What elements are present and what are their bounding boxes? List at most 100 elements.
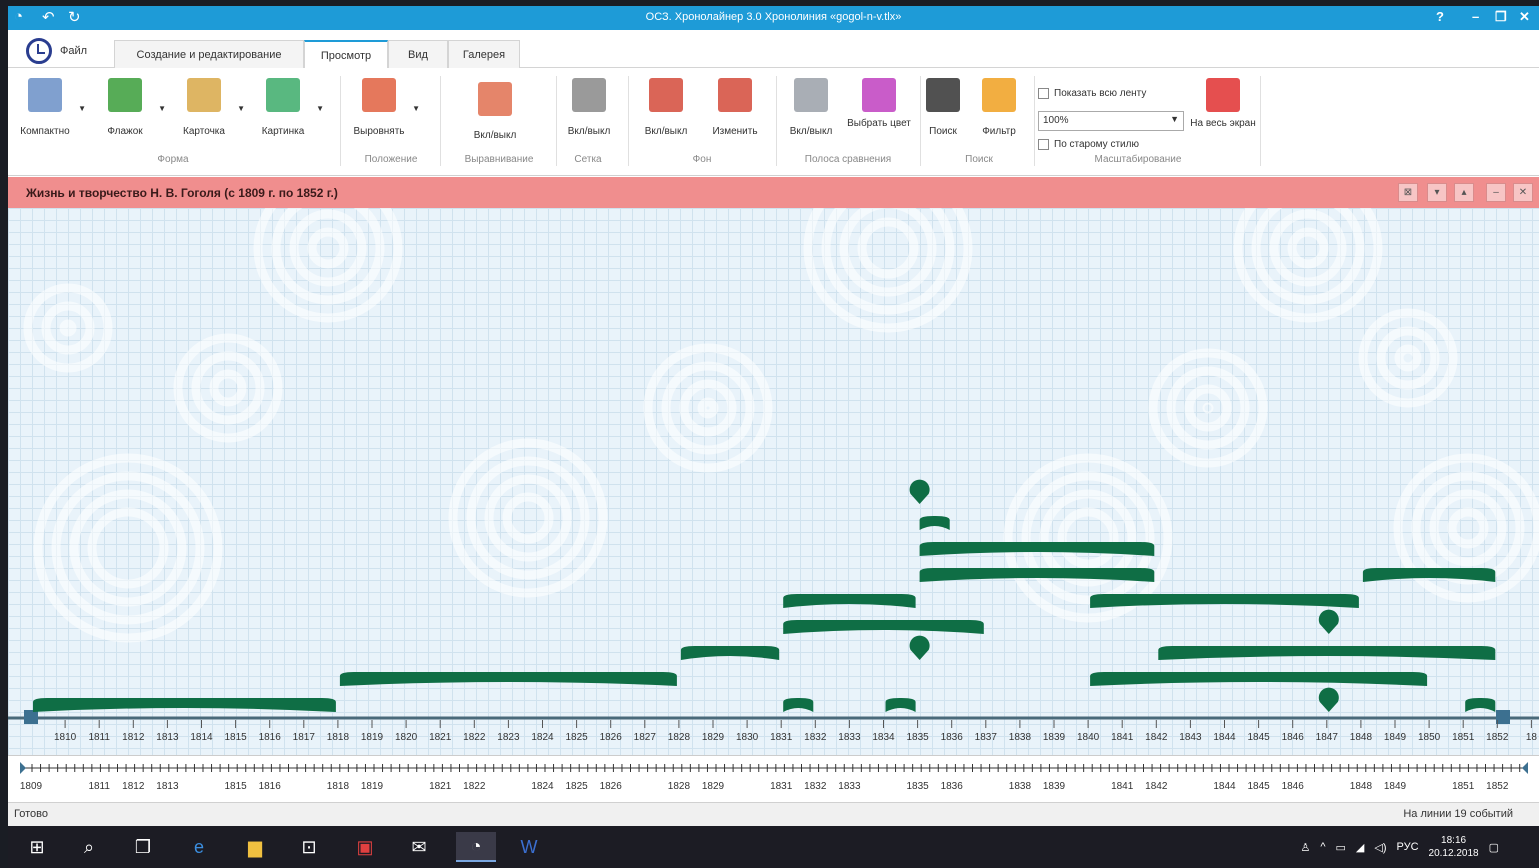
navigator-year-label: 1831 [770, 781, 793, 792]
tray-time: 18:16 [1441, 835, 1467, 846]
old-style-label: По старому стилю [1054, 139, 1139, 150]
fullscreen-button[interactable]: На весь экран [1188, 78, 1258, 129]
search-icon[interactable]: ⌕ [74, 832, 104, 862]
group-background: Фон [692, 154, 712, 165]
event-point [1318, 609, 1339, 634]
language-indicator[interactable]: РУС [1397, 841, 1419, 853]
help-button[interactable]: ? [1436, 9, 1444, 24]
card-button[interactable]: Карточка ▼ [169, 78, 245, 137]
separator [440, 76, 441, 166]
year-label: 1830 [736, 732, 759, 743]
app-window: ◔ ↶ ↻ ОСЗ. Хронолайнер 3.0 Хронолиния «g… [8, 6, 1539, 826]
tab-view-mode[interactable]: Просмотр [304, 40, 388, 70]
event-bar [339, 672, 677, 686]
navigator-year-label: 1818 [327, 781, 350, 792]
alignment-toggle-button[interactable]: Вкл/выкл [460, 82, 530, 141]
chevron-up-icon[interactable]: ^ [1320, 841, 1325, 853]
edge-icon[interactable]: e [184, 832, 214, 862]
notification-icon[interactable]: ▢ [1489, 841, 1499, 854]
year-label: 1818 [327, 732, 350, 743]
battery-icon[interactable]: ▭ [1336, 841, 1346, 854]
store-icon[interactable]: ⊡ [294, 832, 324, 862]
year-label: 1842 [1145, 732, 1168, 743]
minimize-button[interactable]: – [1472, 9, 1479, 24]
chevron-down-icon[interactable]: ▼ [412, 104, 420, 113]
chevron-down-icon[interactable]: ▼ [78, 104, 86, 113]
volume-icon[interactable]: ◁) [1374, 841, 1386, 854]
timeline-down-button[interactable]: ▾ [1427, 183, 1447, 202]
chevron-down-icon[interactable]: ▼ [237, 104, 245, 113]
background-toggle-button[interactable]: Вкл/выкл [631, 78, 701, 137]
close-button[interactable]: ✕ [1519, 9, 1530, 25]
search-label: Поиск [929, 126, 957, 137]
navigator-left-handle [20, 762, 26, 774]
year-label: 1810 [54, 732, 77, 743]
chronoliner-taskbar-icon[interactable]: ◔ [456, 832, 496, 862]
year-label: 1832 [804, 732, 827, 743]
align-button[interactable]: Выровнять ▼ [344, 78, 420, 137]
word-icon[interactable]: W [514, 832, 544, 862]
group-alignment: Выравнивание [464, 154, 534, 165]
title-bar: ◔ ↶ ↻ ОСЗ. Хронолайнер 3.0 Хронолиния «g… [8, 6, 1539, 30]
year-label: 1851 [1452, 732, 1475, 743]
tab-create-edit[interactable]: Создание и редактирование [114, 40, 304, 69]
timeline-canvas[interactable]: 1810 1811 1812 1813 1814 1815 1816 1817 1818 1819… [8, 208, 1539, 755]
gift-icon[interactable]: ▣ [350, 832, 380, 862]
timeline-close-button[interactable]: ✕ [1513, 183, 1533, 202]
navigator-year-label: 1839 [1043, 781, 1066, 792]
event-point [909, 479, 930, 504]
background-change-button[interactable]: Изменить [700, 78, 770, 137]
year-label: 1825 [565, 732, 588, 743]
tab-gallery[interactable]: Галерея [448, 40, 520, 69]
navigator-year-label: 1816 [259, 781, 282, 792]
task-view-icon[interactable]: ❐ [128, 832, 158, 862]
status-bar: Готово На линии 19 событий [8, 802, 1539, 826]
timeline-minimize-button[interactable]: – [1486, 183, 1506, 202]
navigator-year-label: 1846 [1282, 781, 1305, 792]
picture-button[interactable]: Картинка ▼ [248, 78, 324, 137]
tab-file-label: Файл [60, 45, 88, 57]
pick-color-button[interactable]: Выбрать цвет [844, 78, 914, 129]
filter-button[interactable]: Фильтр [964, 78, 1034, 137]
mail-icon[interactable]: ✉ [404, 832, 434, 862]
chevron-down-icon[interactable]: ▼ [158, 104, 166, 113]
compare-toggle-label: Вкл/выкл [789, 126, 833, 137]
window-title: ОСЗ. Хронолайнер 3.0 Хронолиния «gogol-n… [645, 11, 902, 23]
folder-icon[interactable]: ▆ [240, 832, 270, 862]
people-icon[interactable]: ♙ [1300, 841, 1310, 854]
year-label: 1826 [600, 732, 623, 743]
palette-icon [862, 78, 896, 112]
navigator-scale: 1809 1811 1812 1813 1815 1816 1818 1819 1821 1822… [20, 762, 1528, 792]
grid-toggle-button[interactable]: Вкл/выкл [554, 78, 624, 137]
navigator-year-label: 1838 [1009, 781, 1032, 792]
navigator-year-label: 1851 [1452, 781, 1475, 792]
chevron-down-icon[interactable]: ▼ [316, 104, 324, 113]
restore-button[interactable]: ❐ [1495, 9, 1507, 25]
compact-button[interactable]: Компактно ▼ [10, 78, 86, 137]
year-label: 1811 [88, 732, 110, 743]
chevron-down-icon: ▼ [1170, 114, 1179, 124]
timeline-navigator[interactable]: 1809 1811 1812 1813 1815 1816 1818 1819 1821 1822… [8, 755, 1539, 801]
zoom-select[interactable]: 100% ▼ [1038, 111, 1184, 131]
event-bar [1090, 672, 1428, 686]
show-all-label: Показать всю ленту [1054, 88, 1147, 99]
tray-date: 20.12.2018 [1428, 848, 1479, 859]
year-label: 1837 [975, 732, 998, 743]
old-style-checkbox[interactable]: По старому стилю [1038, 139, 1139, 150]
background-change-label: Изменить [712, 126, 758, 137]
alignment-toggle-label: Вкл/выкл [473, 130, 517, 141]
tab-file[interactable]: Файл [26, 38, 87, 64]
timeline-up-button[interactable]: ▴ [1454, 183, 1474, 202]
event-bar [919, 568, 1155, 582]
timeline-settings-button[interactable]: ⊠ [1398, 183, 1418, 202]
year-label: 1843 [1179, 732, 1202, 743]
tab-look[interactable]: Вид [388, 40, 448, 69]
network-icon[interactable]: ◢ [1356, 841, 1364, 854]
year-label: 1820 [395, 732, 418, 743]
compare-toggle-button[interactable]: Вкл/выкл [776, 78, 846, 137]
flag-button[interactable]: Флажок ▼ [90, 78, 166, 137]
start-icon[interactable]: ⊞ [22, 832, 52, 862]
tray-clock[interactable]: 18:16 20.12.2018 [1429, 834, 1479, 860]
show-all-checkbox[interactable]: Показать всю ленту [1038, 88, 1146, 99]
year-label: 1838 [1009, 732, 1032, 743]
